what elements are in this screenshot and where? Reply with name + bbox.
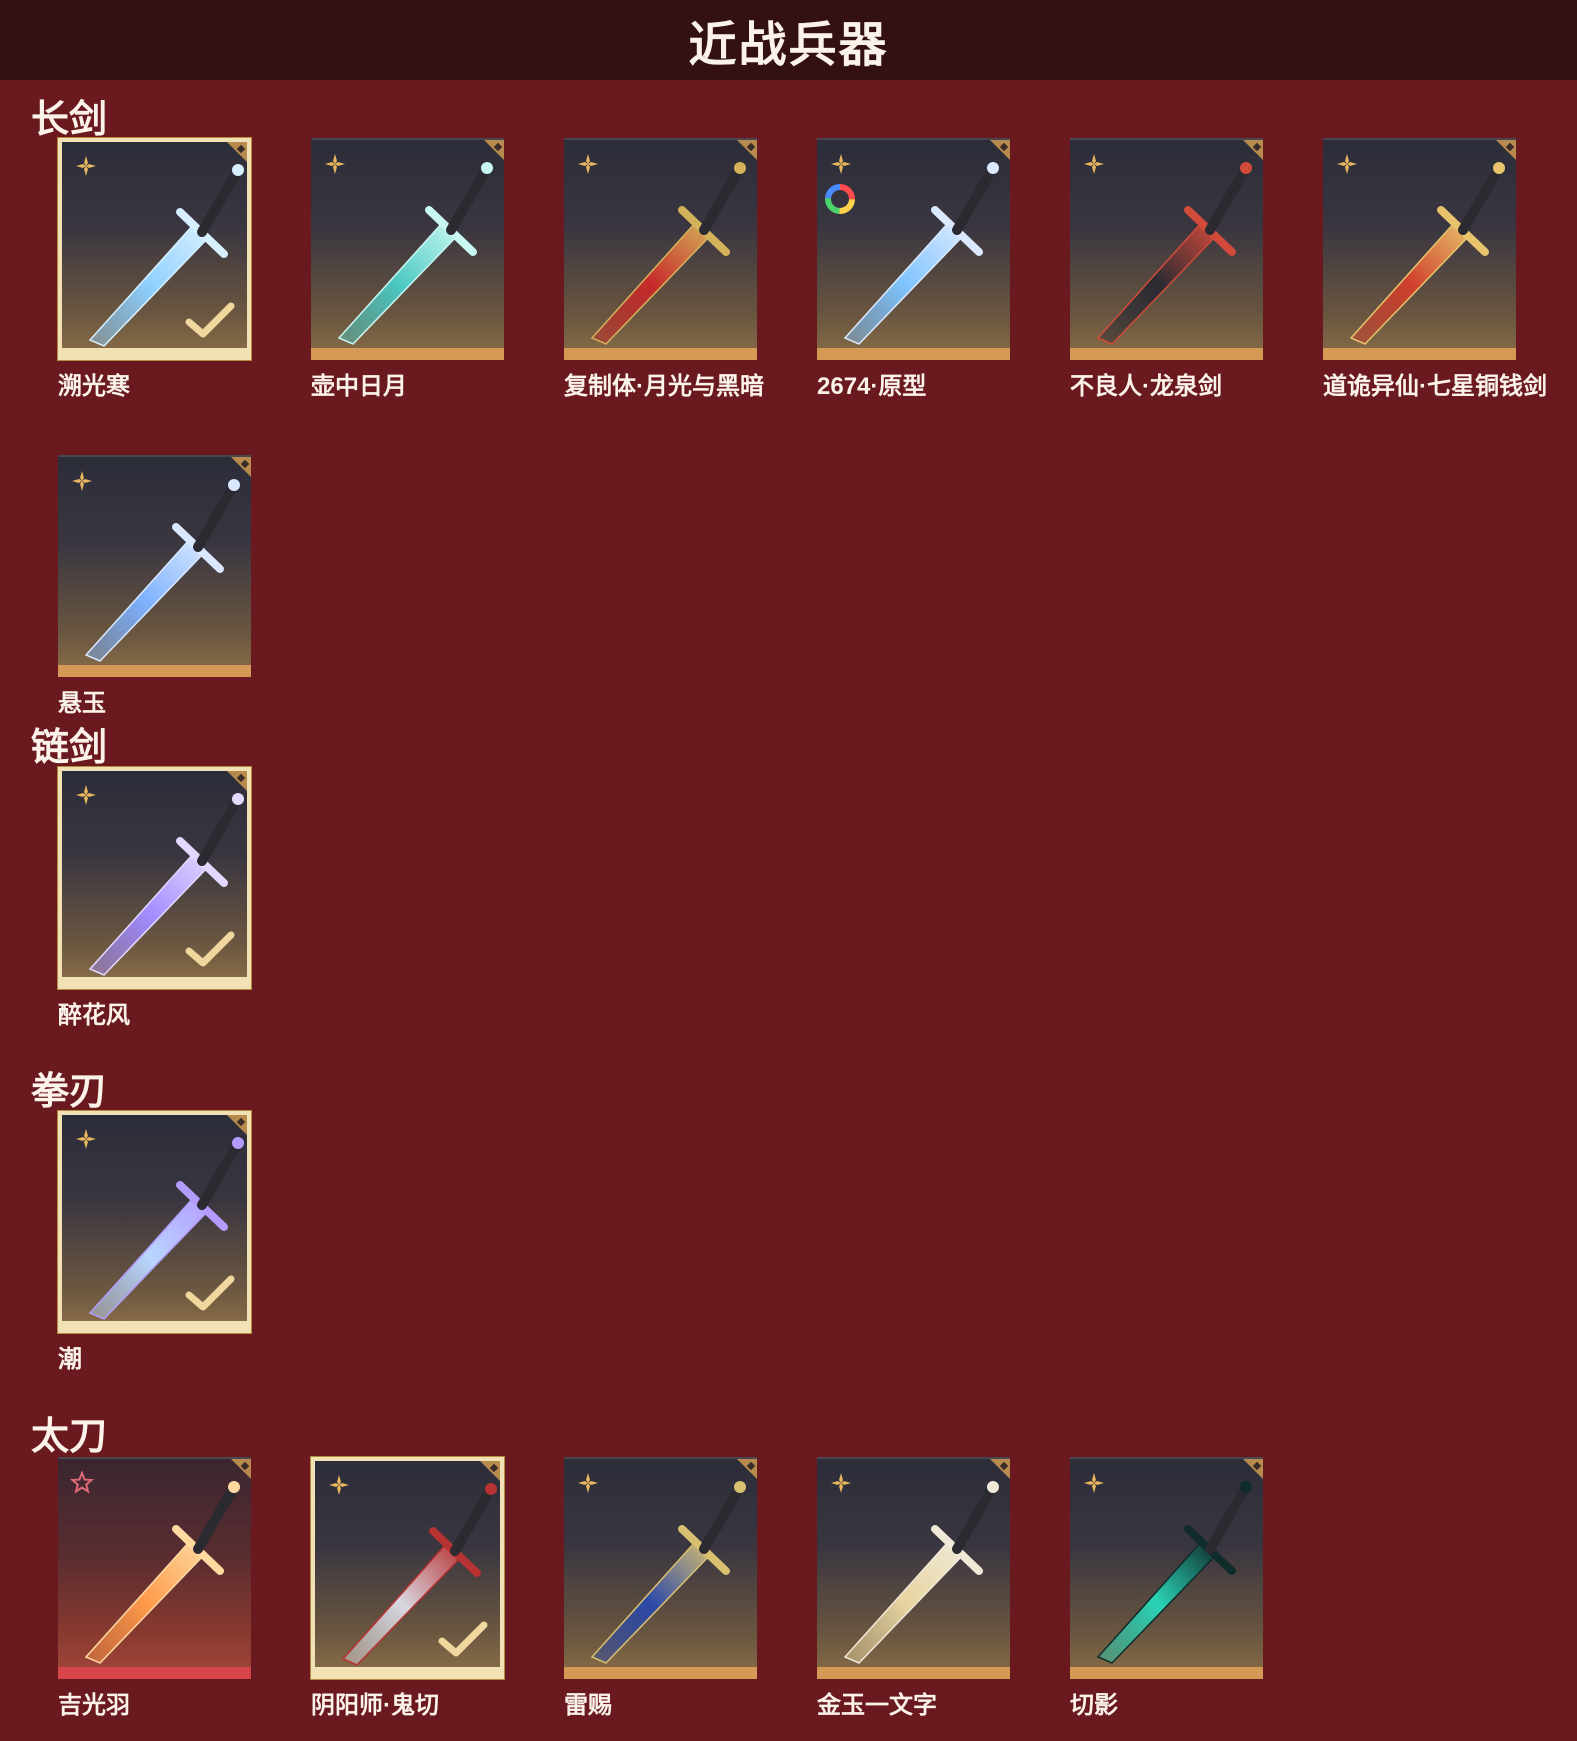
checkmark-icon (185, 1273, 235, 1313)
weapon-item[interactable]: 壶中日月 (311, 138, 504, 401)
weapon-name: 潮 (58, 1346, 82, 1373)
weapon-card[interactable] (564, 138, 757, 360)
weapon-name: 金玉一文字 (817, 1692, 937, 1719)
weapon-name: 复制体·月光与黑暗 (564, 373, 764, 400)
corner-tag-icon (737, 140, 757, 160)
flower-icon (1335, 152, 1359, 176)
color-wheel-icon (823, 182, 857, 216)
weapon-name: 切影 (1070, 1692, 1118, 1719)
flower-icon (576, 152, 600, 176)
flower-icon (74, 1127, 98, 1151)
weapon-name: 溯光寒 (58, 373, 130, 400)
flower-icon (1082, 152, 1106, 176)
weapon-item[interactable]: 2674·原型 (817, 138, 1010, 401)
flower-icon (70, 469, 94, 493)
weapon-name: 壶中日月 (311, 373, 407, 400)
checkmark-icon (185, 929, 235, 969)
weapon-card[interactable] (564, 1457, 757, 1679)
corner-tag-icon (1243, 140, 1263, 160)
corner-tag-icon (227, 1115, 247, 1135)
weapon-card[interactable] (1070, 138, 1263, 360)
weapon-item[interactable]: 金玉一文字 (817, 1457, 1010, 1720)
section-grid-fist-blade: 潮 (58, 1111, 1577, 1374)
corner-tag-icon (737, 1459, 757, 1479)
weapon-name: 悬玉 (58, 690, 106, 717)
corner-tag-icon (484, 140, 504, 160)
section-title-fist-blade: 拳刃 (31, 1071, 108, 1113)
weapon-card[interactable] (1070, 1457, 1263, 1679)
flower-icon (829, 1471, 853, 1495)
weapon-name: 2674·原型 (817, 373, 927, 400)
weapon-name: 道诡异仙·七星铜钱剑 (1323, 373, 1547, 400)
weapon-item[interactable]: 潮 (58, 1111, 251, 1374)
weapon-item[interactable]: 阴阳师·鬼切 (311, 1457, 504, 1720)
corner-tag-icon (231, 457, 251, 477)
page-title: 近战兵器 (688, 19, 889, 72)
top-bar: 近战兵器 (0, 0, 1577, 80)
weapon-name: 醉花风 (58, 1002, 130, 1029)
weapon-card[interactable] (817, 138, 1010, 360)
weapon-card[interactable] (311, 1457, 504, 1679)
corner-tag-icon (1243, 1459, 1263, 1479)
checkmark-icon (438, 1619, 488, 1659)
weapon-name: 不良人·龙泉剑 (1070, 373, 1222, 400)
section-title-long-sword: 长剑 (31, 99, 108, 141)
weapon-item[interactable]: 悬玉 (58, 455, 251, 718)
weapon-name: 阴阳师·鬼切 (311, 1692, 439, 1719)
corner-tag-icon (1496, 140, 1516, 160)
weapon-item[interactable]: 醉花风 (58, 767, 251, 1030)
weapon-item[interactable]: 复制体·月光与黑暗 (564, 138, 764, 401)
corner-tag-icon (231, 1459, 251, 1479)
weapon-name: 吉光羽 (58, 1692, 130, 1719)
weapon-item[interactable]: 溯光寒 (58, 138, 251, 401)
flower-icon (323, 152, 347, 176)
flower-icon (74, 154, 98, 178)
section-grid-tachi: 吉光羽 阴阳师·鬼切 雷赐 金玉一文字 切影 (58, 1457, 1577, 1720)
flower-icon (576, 1471, 600, 1495)
corner-tag-icon (227, 771, 247, 791)
weapon-card[interactable] (58, 138, 251, 360)
corner-tag-icon (990, 1459, 1010, 1479)
weapon-item[interactable]: 道诡异仙·七星铜钱剑 (1323, 138, 1547, 401)
weapon-name: 雷赐 (564, 1692, 612, 1719)
weapon-item[interactable]: 切影 (1070, 1457, 1263, 1720)
flower-icon (74, 783, 98, 807)
flower-icon (327, 1473, 351, 1497)
corner-tag-icon (227, 142, 247, 162)
section-title-chain-sword: 链剑 (31, 727, 108, 769)
weapon-card[interactable] (58, 767, 251, 989)
checkmark-icon (185, 300, 235, 340)
weapon-item[interactable]: 雷赐 (564, 1457, 757, 1720)
flower-icon (829, 152, 853, 176)
weapon-card[interactable] (58, 455, 251, 677)
weapon-card[interactable] (58, 1457, 251, 1679)
weapon-card[interactable] (817, 1457, 1010, 1679)
weapon-card[interactable] (311, 138, 504, 360)
section-title-tachi: 太刀 (31, 1416, 108, 1458)
flower-icon (1082, 1471, 1106, 1495)
section-grid-long-sword: 溯光寒 壶中日月 复制体·月光与黑暗 2674·原型 不良人·龙泉剑 道诡异仙·七星铜钱剑… (58, 138, 1577, 718)
weapon-card[interactable] (58, 1111, 251, 1333)
star-icon (69, 1470, 95, 1495)
corner-tag-icon (990, 140, 1010, 160)
section-grid-chain-sword: 醉花风 (58, 767, 1577, 1030)
weapon-item[interactable]: 不良人·龙泉剑 (1070, 138, 1263, 401)
weapon-card[interactable] (1323, 138, 1516, 360)
corner-tag-icon (480, 1461, 500, 1481)
weapon-item[interactable]: 吉光羽 (58, 1457, 251, 1720)
